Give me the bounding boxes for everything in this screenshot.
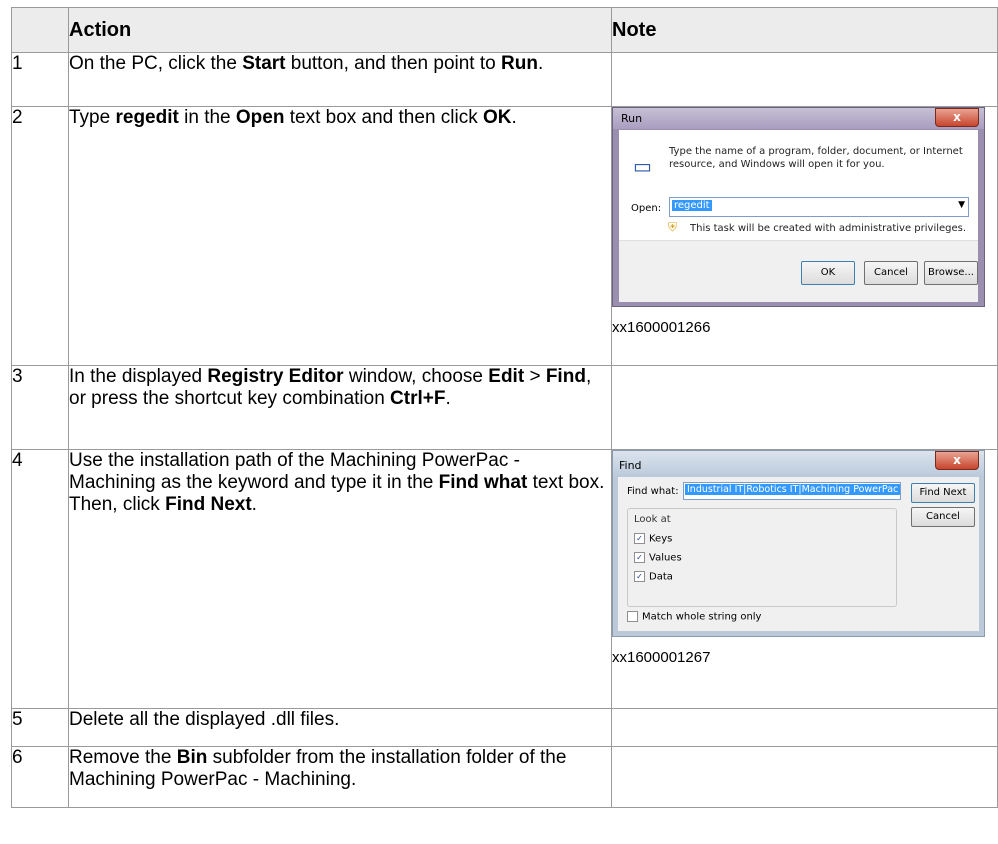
step-note: Run x ▭ Type the name of a program, fold… <box>611 106 998 366</box>
table-row: 6 Remove the Bin subfolder from the inst… <box>11 746 998 808</box>
step-number: 2 <box>11 106 69 366</box>
cancel-button[interactable]: Cancel <box>864 261 918 285</box>
close-button[interactable]: x <box>935 108 979 127</box>
step-action: Type regedit in the Open text box and th… <box>68 106 612 366</box>
image-id: xx1600001267 <box>612 649 711 666</box>
find-what-input[interactable]: Industrial IT|Robotics IT|Machining Powe… <box>683 482 901 500</box>
close-button[interactable]: x <box>935 451 979 470</box>
open-value: regedit <box>672 200 712 211</box>
header-note: Note <box>611 7 998 53</box>
step-action: Remove the Bin subfolder from the instal… <box>68 746 612 808</box>
values-checkbox[interactable]: ✓ Values <box>634 552 682 564</box>
step-note: Find x Find what: Industrial IT|Robotics… <box>611 449 998 709</box>
step-note <box>611 52 998 107</box>
check-icon: ✓ <box>634 533 645 544</box>
table-row: 1 On the PC, click the Start button, and… <box>11 52 998 107</box>
find-body: Find what: Industrial IT|Robotics IT|Mac… <box>618 477 979 631</box>
step-number: 4 <box>11 449 69 709</box>
find-what-value: Industrial IT|Robotics IT|Machining Powe… <box>685 484 900 495</box>
run-body: ▭ Type the name of a program, folder, do… <box>619 130 978 240</box>
run-titlebar: Run x <box>613 108 984 129</box>
find-dialog-screenshot: Find x Find what: Industrial IT|Robotics… <box>612 450 985 637</box>
admin-note: This task will be created with administr… <box>690 223 967 234</box>
chevron-down-icon[interactable]: ▼ <box>958 200 965 210</box>
table-row: 4 Use the installation path of the Machi… <box>11 449 998 709</box>
open-label: Open: <box>631 203 662 214</box>
table-row: 2 Type regedit in the Open text box and … <box>11 106 998 366</box>
image-id: xx1600001266 <box>612 319 711 336</box>
step-number: 5 <box>11 708 69 747</box>
shield-icon: ⛨ <box>668 220 678 234</box>
table-header-row: Action Note <box>11 7 998 53</box>
step-note <box>611 746 998 808</box>
ok-button[interactable]: OK <box>801 261 855 285</box>
look-at-label: Look at <box>634 514 671 525</box>
step-number: 1 <box>11 52 69 107</box>
keys-checkbox[interactable]: ✓ Keys <box>634 533 672 545</box>
table-row: 5 Delete all the displayed .dll files. <box>11 708 998 747</box>
table-row: 3 In the displayed Registry Editor windo… <box>11 365 998 450</box>
look-at-group: Look at ✓ Keys ✓ Values ✓ Data <box>627 508 897 607</box>
step-number: 3 <box>11 365 69 450</box>
run-message: Type the name of a program, folder, docu… <box>669 146 963 170</box>
empty-checkbox-icon <box>627 611 638 622</box>
match-whole-checkbox[interactable]: Match whole string only <box>627 611 761 623</box>
find-title: Find <box>619 459 642 472</box>
check-icon: ✓ <box>634 552 645 563</box>
find-titlebar: Find x <box>613 451 984 476</box>
step-action: On the PC, click the Start button, and t… <box>68 52 612 107</box>
open-input[interactable]: regedit ▼ <box>669 197 969 217</box>
data-checkbox[interactable]: ✓ Data <box>634 571 673 583</box>
run-dialog-screenshot: Run x ▭ Type the name of a program, fold… <box>612 107 985 307</box>
run-program-icon: ▭ <box>633 154 652 178</box>
step-action: In the displayed Registry Editor window,… <box>68 365 612 450</box>
find-what-label: Find what: <box>627 486 679 497</box>
run-title: Run <box>621 112 643 125</box>
step-note <box>611 365 998 450</box>
find-next-button[interactable]: Find Next <box>911 483 975 503</box>
procedure-table: Action Note 1 On the PC, click the Start… <box>11 7 998 808</box>
step-note <box>611 708 998 747</box>
header-number <box>11 7 69 53</box>
check-icon: ✓ <box>634 571 645 582</box>
step-action: Delete all the displayed .dll files. <box>68 708 612 747</box>
step-action: Use the installation path of the Machini… <box>68 449 612 709</box>
run-footer: OK Cancel Browse... <box>619 240 978 302</box>
browse-button[interactable]: Browse... <box>924 261 978 285</box>
step-number: 6 <box>11 746 69 808</box>
cancel-button[interactable]: Cancel <box>911 507 975 527</box>
header-action: Action <box>68 7 612 53</box>
